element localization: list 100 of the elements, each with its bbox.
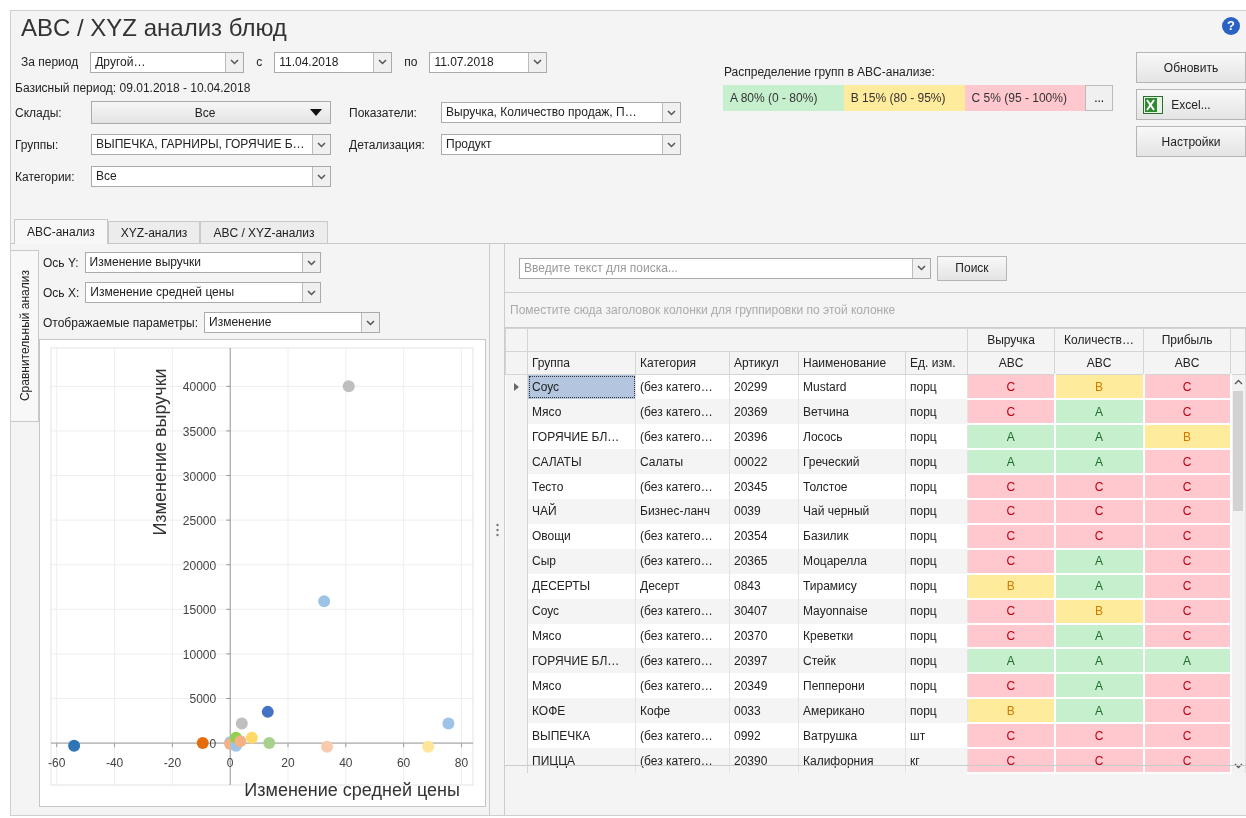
action-button[interactable]: Настройки — [1136, 126, 1246, 157]
date-from-field[interactable]: 11.04.2018 — [274, 51, 393, 73]
abc-grade-cell: C — [1143, 598, 1231, 624]
filter-label: Показатели: — [349, 105, 418, 120]
abc-grade-cell: C — [967, 598, 1055, 624]
abc-grade-cell: A — [1054, 673, 1144, 699]
y-tick-label: 15000 — [182, 603, 217, 618]
table-cell: порц — [905, 449, 968, 475]
abc-grade-cell: A — [1054, 623, 1144, 649]
abc-grade-cell: C — [967, 548, 1055, 574]
table-cell: ПИЦЦА — [527, 748, 636, 773]
tab[interactable]: ABC / XYZ-анализ — [200, 221, 328, 243]
axis-dropdown[interactable]: Изменение выручки — [84, 252, 321, 273]
date-to-field[interactable]: 11.07.2018 — [429, 51, 548, 73]
table-cell: 20390 — [729, 748, 799, 773]
filter-dropdown[interactable]: Все — [91, 166, 331, 187]
excel-export-button[interactable]: Excel... — [1136, 89, 1246, 120]
abc-grade-cell: C — [1143, 723, 1231, 749]
more-button[interactable]: ... — [1085, 85, 1113, 111]
search-button[interactable]: Поиск — [937, 255, 1007, 281]
chevron-down-icon — [667, 141, 676, 148]
table-cell: Кофе — [635, 698, 730, 724]
table-cell: 20354 — [729, 523, 799, 549]
side-tab[interactable]: Сравнительный анализ — [11, 250, 39, 422]
abc-grade-cell: A — [967, 424, 1055, 450]
abc-grade-cell: C — [1143, 374, 1231, 400]
abc-grade-cell: C — [1143, 399, 1231, 425]
y-tick-label: 20000 — [182, 558, 217, 573]
axis-dropdown[interactable]: Изменение средней цены — [85, 282, 322, 303]
table-cell: порц — [905, 598, 968, 624]
x-tick-label: 80 — [454, 756, 469, 771]
filter-label: Группы: — [15, 137, 60, 152]
chevron-down-icon — [306, 259, 316, 266]
filter-label: Категории: — [15, 169, 76, 184]
abc-grade-cell: C — [1143, 548, 1231, 574]
column-group-header: Прибыль — [1143, 328, 1231, 352]
abc-grade-cell: A — [1054, 648, 1144, 674]
x-tick-label: 0 — [226, 756, 234, 771]
abc-grade-cell: C — [1143, 449, 1231, 475]
warehouse-dropdown-button[interactable]: Все — [91, 101, 331, 124]
table-cell: 0039 — [729, 499, 799, 524]
scrollbar-thumb[interactable] — [1233, 391, 1244, 511]
y-tick-label: 10000 — [182, 647, 217, 662]
abc-grade-cell: C — [1143, 748, 1231, 773]
splitter-grip-icon[interactable] — [495, 522, 499, 537]
spreadsheet-icon — [1143, 96, 1163, 114]
abc-grade-cell: A — [1054, 573, 1144, 599]
triangle-down-icon — [310, 109, 322, 116]
action-button[interactable]: Обновить — [1136, 52, 1246, 83]
table-cell: Десерт — [635, 573, 730, 599]
table-cell: Стейк — [798, 648, 906, 674]
period-dropdown[interactable]: Другой… — [90, 51, 245, 73]
help-button[interactable]: ? — [1222, 17, 1240, 35]
params-dropdown[interactable]: Изменение — [204, 312, 381, 333]
table-cell: порц — [905, 573, 968, 599]
column-group-header: Количеств… — [1054, 328, 1144, 352]
filter-dropdown[interactable]: Выручка, Количество продаж, П… — [441, 102, 681, 123]
abc-grade-cell: C — [1054, 748, 1144, 773]
axis-label: Ось X: — [43, 285, 80, 300]
y-axis-title: Изменение выручки — [150, 368, 170, 536]
chevron-down-icon — [378, 59, 388, 65]
abc-grade-cell: C — [1054, 523, 1144, 549]
table-cell: Mayonnaise — [798, 598, 906, 624]
table-cell: 0033 — [729, 698, 799, 724]
x-tick-label: -40 — [105, 756, 124, 771]
x-tick-label: 20 — [281, 756, 295, 771]
abc-group-segment: A 80% (0 - 80%) — [723, 85, 844, 111]
abc-group-segment: B 15% (80 - 95%) — [843, 85, 965, 111]
table-cell: Калифорния — [798, 748, 906, 773]
filter-dropdown[interactable]: Продукт — [441, 134, 681, 155]
table-cell: Американо — [798, 698, 906, 724]
filter-dropdown[interactable]: ВЫПЕЧКА, ГАРНИРЫ, ГОРЯЧИЕ Б… — [91, 134, 331, 155]
y-tick-label: 30000 — [182, 469, 217, 484]
table-cell: 20397 — [729, 648, 799, 674]
column-header[interactable]: Группа — [527, 351, 636, 375]
table-cell: Чай черный — [798, 499, 906, 524]
abc-grade-cell: A — [967, 648, 1055, 674]
x-axis-title: Изменение средней цены — [244, 780, 460, 800]
table-cell: Моцарелла — [798, 548, 906, 574]
abc-grade-cell: A — [1054, 698, 1144, 724]
table-cell: ЧАЙ — [527, 499, 636, 524]
abc-grade-cell: A — [1054, 449, 1144, 475]
abc-grade-cell: C — [1143, 623, 1231, 649]
filter-label: Склады: — [15, 105, 63, 120]
table-cell: Сыр — [527, 548, 636, 574]
distribution-label: Распределение групп в ABC-анализе: — [724, 65, 936, 79]
x-tick-label: 60 — [396, 756, 411, 771]
table-cell: 00022 — [729, 449, 799, 475]
x-tick-label: -20 — [163, 756, 182, 771]
abc-grade-cell: C — [1054, 474, 1144, 500]
table-cell: (без катего… — [635, 598, 730, 624]
table-cell: Базилик — [798, 523, 906, 549]
abc-grade-cell: C — [1143, 523, 1231, 549]
abc-grade-cell: C — [967, 673, 1055, 699]
tab[interactable]: ABC-анализ — [14, 219, 108, 244]
abc-grade-cell: B — [967, 698, 1055, 724]
chevron-down-icon — [667, 109, 676, 116]
chevron-down-icon — [533, 59, 543, 65]
tab[interactable]: XYZ-анализ — [107, 221, 201, 243]
chevron-down-icon — [307, 289, 317, 296]
